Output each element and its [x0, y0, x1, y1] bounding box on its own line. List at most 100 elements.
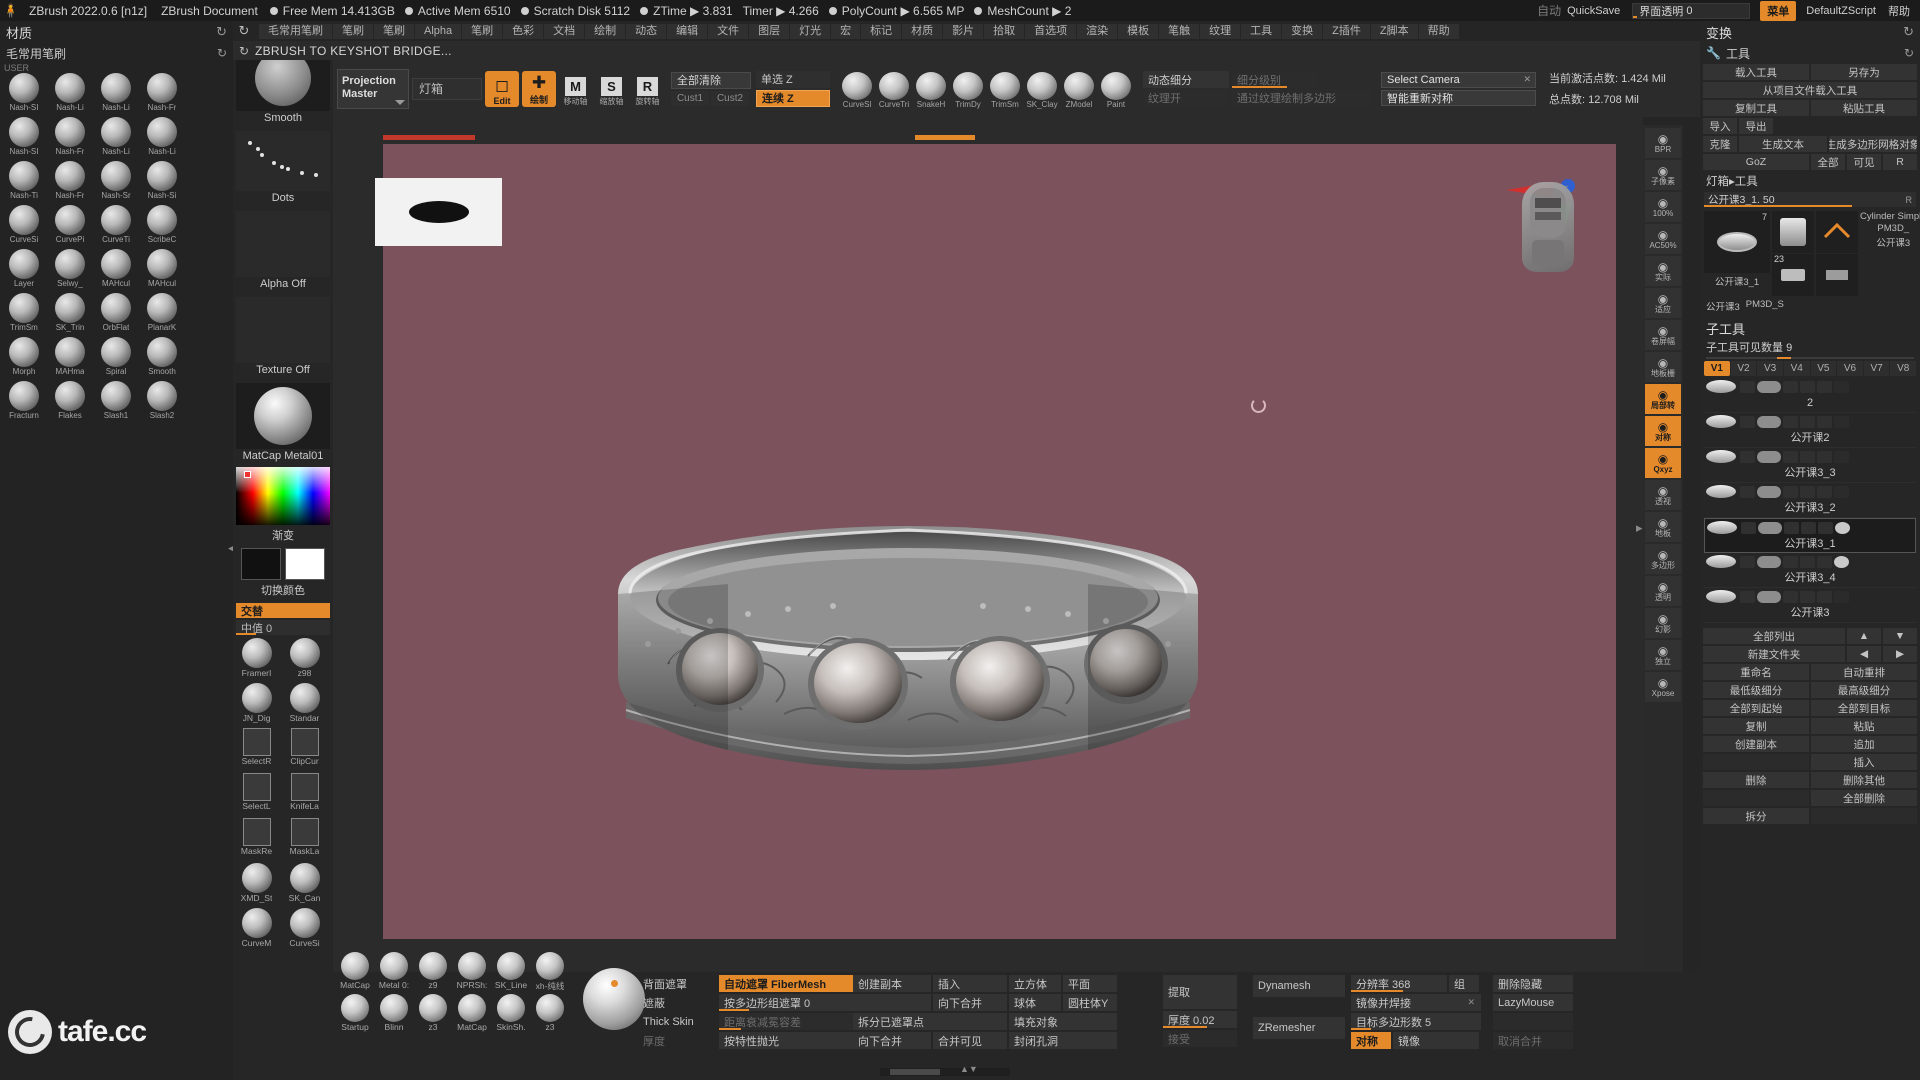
material-tile-4[interactable]: SK_Line	[493, 952, 529, 992]
material-tile[interactable]: MatCap Metal01	[236, 383, 330, 465]
mid-value-slider[interactable]: 中值 0	[236, 620, 330, 635]
brush-tile-9[interactable]: Nash-Fr	[48, 161, 92, 203]
subtool-eye-icon[interactable]	[1834, 450, 1849, 463]
insert-button[interactable]: 插入	[933, 975, 1007, 992]
subtool-view-tab-V2[interactable]: V2	[1730, 361, 1757, 376]
subdiv-level-slider[interactable]: 细分级别	[1232, 71, 1318, 88]
subtool-item-5[interactable]: 公开课3_4	[1704, 553, 1916, 588]
subtool-view-tab-V6[interactable]: V6	[1837, 361, 1863, 376]
brush-tile-15[interactable]: ScribeC	[140, 205, 184, 247]
brush-tile-11[interactable]: Nash-Si	[140, 161, 184, 203]
smart-resym-button[interactable]: 智能重新对称	[1381, 89, 1536, 106]
material-tile-b-4[interactable]: SkinSh.	[493, 994, 529, 1032]
cube-button[interactable]: 立方体	[1009, 975, 1061, 992]
menu-item-24[interactable]: 变换	[1282, 23, 1323, 39]
menu-item-14[interactable]: 标记	[861, 23, 902, 39]
tool-button-0-0[interactable]: 载入工具	[1703, 64, 1809, 80]
refresh-icon[interactable]: ↻	[216, 24, 227, 40]
lazymouse-button[interactable]: LazyMouse	[1493, 994, 1573, 1011]
brush-tile-7[interactable]: Nash-Li	[140, 117, 184, 159]
subtool-m1-icon[interactable]	[1783, 450, 1798, 463]
subtool-view-tab-V3[interactable]: V3	[1757, 361, 1783, 376]
tool-tile-1[interactable]: z98	[281, 638, 328, 682]
menu-item-17[interactable]: 拾取	[984, 23, 1025, 39]
zoom100-icon[interactable]: ◉ 100%	[1645, 192, 1681, 222]
interface-transparency-slider[interactable]: 界面透明 0	[1632, 2, 1751, 19]
ghost-icon[interactable]: ◉ 幻影	[1645, 608, 1681, 638]
subtool-action-0-0[interactable]: 全部列出	[1703, 628, 1845, 644]
close-holes-button[interactable]: 封闭孔洞	[1009, 1032, 1117, 1049]
switch-color-label[interactable]: 切换颜色	[233, 580, 333, 600]
reload-icon[interactable]: ↻	[233, 44, 255, 58]
menu-item-20[interactable]: 模板	[1118, 23, 1159, 39]
subtool-arrow-icon[interactable]	[1741, 521, 1756, 534]
menu-item-21[interactable]: 笔触	[1159, 23, 1200, 39]
scrollbar-thumb[interactable]	[890, 1069, 940, 1075]
subtool-m3-icon[interactable]	[1817, 485, 1832, 498]
mirror-button[interactable]: 镜像	[1393, 1032, 1479, 1049]
menu-item-26[interactable]: Z脚本	[1370, 23, 1418, 39]
color-picker-cursor[interactable]	[244, 471, 251, 478]
subtool-eye-icon[interactable]	[1834, 590, 1849, 603]
dynamesh-button[interactable]: Dynamesh	[1253, 975, 1345, 997]
menu-item-11[interactable]: 图层	[749, 23, 790, 39]
subtool-m3-icon[interactable]	[1817, 555, 1832, 568]
brush-tile-2[interactable]: Nash-Li	[94, 73, 138, 115]
menu-item-7[interactable]: 绘制	[585, 23, 626, 39]
tool-tile-7[interactable]: KnifeLa	[281, 773, 328, 817]
tool-tile-8[interactable]: MaskRe	[233, 818, 280, 862]
material-tile-5[interactable]: xh-纯线	[532, 952, 568, 992]
persp-icon[interactable]: ◉ 透视	[1645, 480, 1681, 510]
move-axis-button[interactable]: M 移动轴	[559, 71, 592, 107]
keyshot-bridge-label[interactable]: ZBRUSH TO KEYSHOT BRIDGE...	[255, 44, 452, 58]
polyf-icon[interactable]: ◉ 多边形	[1645, 544, 1681, 574]
material-tile-2[interactable]: z9	[415, 952, 451, 992]
subtool-action-9-1[interactable]: 全部删除	[1811, 790, 1917, 806]
sphere-button[interactable]: 球体	[1009, 994, 1061, 1011]
subtool-arrow-icon[interactable]	[1740, 485, 1755, 498]
reload-icon[interactable]: ↻	[233, 23, 255, 39]
subtool-arrow-icon[interactable]	[1740, 380, 1755, 393]
subtool-item-1[interactable]: 公开课2	[1704, 413, 1916, 448]
bpr-icon[interactable]: ◉ BPR	[1645, 128, 1681, 158]
subtool-action-6-1[interactable]: 追加	[1811, 736, 1917, 752]
material-tile-0[interactable]: MatCap	[337, 952, 373, 992]
brush-tile-29[interactable]: Flakes	[48, 381, 92, 423]
subtool-arrow-icon[interactable]	[1740, 415, 1755, 428]
close-icon[interactable]: ✕	[1467, 997, 1475, 1008]
zoom50-icon[interactable]: ◉ AC50%	[1645, 224, 1681, 254]
tool-button-3-0[interactable]: 导入	[1703, 118, 1737, 134]
material-tile-b-3[interactable]: MatCap	[454, 994, 490, 1032]
pixel-icon[interactable]: ◉ 子像素	[1645, 160, 1681, 190]
refresh-icon[interactable]: ↻	[217, 46, 227, 60]
subtool-pill-icon[interactable]	[1757, 555, 1781, 568]
menu-item-2[interactable]: 笔刷	[374, 23, 414, 39]
brush-tile-3[interactable]: Nash-Fr	[140, 73, 184, 115]
subtool-item-6[interactable]: 公开课3	[1704, 588, 1916, 623]
brush-tile-18[interactable]: MAHcul	[94, 249, 138, 291]
subtool-action-8-1[interactable]: 删除其他	[1811, 772, 1917, 788]
tool-thumbnail-blank[interactable]	[1816, 211, 1858, 253]
target-polycount-slider[interactable]: 目标多边形数 5	[1351, 1013, 1481, 1030]
unmerge-button[interactable]: 取消合并	[1493, 1032, 1573, 1049]
quicksave-button[interactable]: QuickSave	[1561, 3, 1626, 19]
menu-item-8[interactable]: 动态	[626, 23, 667, 39]
menu-item-6[interactable]: 文档	[544, 23, 585, 39]
menu-item-16[interactable]: 影片	[943, 23, 984, 39]
material-tile-b-0[interactable]: Startup	[337, 994, 373, 1032]
head-reference-thumbnail[interactable]	[1522, 182, 1574, 272]
rotate-axis-button[interactable]: R 旋转轴	[631, 71, 664, 107]
subtool-m1-icon[interactable]	[1783, 380, 1798, 393]
subtool-arrow-icon[interactable]	[1740, 555, 1755, 568]
subtool-item-4[interactable]: 公开课3_1	[1704, 518, 1916, 553]
subtool-arrow-icon[interactable]	[1740, 450, 1755, 463]
brush-tile-13[interactable]: CurvePi	[48, 205, 92, 247]
brush-tile-14[interactable]: CurveTi	[94, 205, 138, 247]
tool-button-5-0[interactable]: GoZ	[1703, 154, 1809, 170]
material-tile-3[interactable]: NPRSh:	[454, 952, 490, 992]
subtool-item-0[interactable]: 2	[1704, 378, 1916, 413]
primary-color-swatch[interactable]	[241, 548, 281, 580]
tool-thumbnail-pm3d[interactable]: 23	[1772, 254, 1814, 296]
clear-all-button[interactable]: 全部清除	[671, 71, 751, 89]
symmetry-icon[interactable]: ◉ 对称	[1645, 416, 1681, 446]
